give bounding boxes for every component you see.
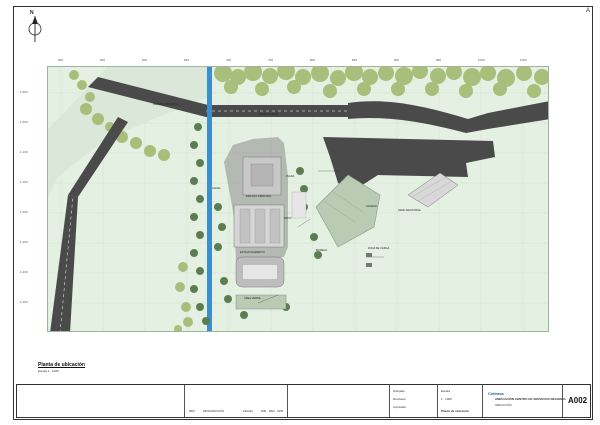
rev-header: DIB (261, 409, 267, 413)
grid-tick-left: 1.250 (20, 240, 28, 244)
label-zona-carga: ZONA DE CARGA (368, 247, 390, 250)
rev-header: REV (269, 409, 276, 413)
grid-tick-left: 1.000 (20, 90, 28, 94)
drawing-sheet: N A AVENIDA PRINCIPAL VÍA DE ACCESO EDIF… (0, 0, 600, 425)
grid-tick-left: 1.300 (20, 270, 28, 274)
label-acceso: ACCESO (366, 205, 377, 208)
north-arrow-icon (28, 16, 42, 42)
canal (207, 67, 212, 331)
company-logo: Cetimsa (488, 391, 504, 396)
plan-scale: Escala 1 : 1000 (38, 369, 59, 373)
grid-tick-top: 900 (394, 58, 400, 62)
label-bodega: BODEGA (316, 249, 328, 252)
label-estacionamiento: ESTACIONAMIENTO (240, 251, 265, 254)
scale-value: 1 : 1000 (441, 397, 452, 401)
title-block: REV DESCRIPCIÓN FECHA DIB REV APR Dibuja… (16, 384, 591, 418)
grid-tick-top: 850 (352, 58, 358, 62)
grid-tick-top: 600 (142, 58, 148, 62)
grid-tick-top: 550 (100, 58, 106, 62)
site-plan: AVENIDA PRINCIPAL VÍA DE ACCESO EDIFICIO… (47, 66, 549, 332)
scale-label: Escala (441, 389, 451, 393)
grid-tick-top: 650 (184, 58, 190, 62)
rev-header: DESCRIPCIÓN (203, 409, 224, 413)
approved-by: Aprobado (393, 405, 407, 409)
corner-mark: A (586, 8, 591, 14)
label-patio: PATIO (284, 217, 292, 220)
project-subtitle: UBICACIÓN (495, 403, 512, 407)
grid-tick-left: 1.200 (20, 210, 28, 214)
label-avenida: AVENIDA PRINCIPAL (153, 103, 179, 106)
checked-by: Revisado (393, 397, 406, 401)
rev-header: APR (277, 409, 284, 413)
grid-tick-top: 750 (268, 58, 274, 62)
drawn-by: Dibujado (393, 389, 405, 393)
grid-tick-top: 1000 (478, 58, 485, 62)
grid-tick-top: 700 (226, 58, 232, 62)
grid-tick-top: 950 (436, 58, 442, 62)
label-via-acceso: VÍA DE ACCESO (258, 113, 278, 116)
grid-tick-left: 1.050 (20, 120, 28, 124)
project-title: AMPLIACIÓN CENTRO DE SERVICIOS REGIONAL (495, 397, 567, 401)
site-plan-drawing (48, 67, 548, 331)
sheet-title: Planta de ubicación (441, 409, 470, 413)
rev-header: FECHA (243, 409, 254, 413)
plan-title: Planta de ubicación (38, 362, 85, 368)
grid-tick-left: 1.100 (20, 150, 28, 154)
grid-tick-top: 500 (58, 58, 64, 62)
grid-tick-left: 1.150 (20, 180, 28, 184)
label-nave: NAVE INDUSTRIAL (398, 209, 422, 212)
grid-tick-top: 800 (310, 58, 316, 62)
label-edificio: EDIFICIO PRINCIPAL (246, 195, 272, 198)
north-label: N (30, 10, 34, 16)
label-area-verde: ÁREA VERDE (244, 297, 261, 300)
rev-header: REV (189, 409, 196, 413)
grid-tick-top: 1050 (520, 58, 527, 62)
label-plaza: PLAZA (286, 175, 295, 178)
sheet-number: A002 (568, 396, 588, 405)
grid-tick-left: 1.350 (20, 300, 28, 304)
label-canal: CANAL (212, 187, 221, 190)
